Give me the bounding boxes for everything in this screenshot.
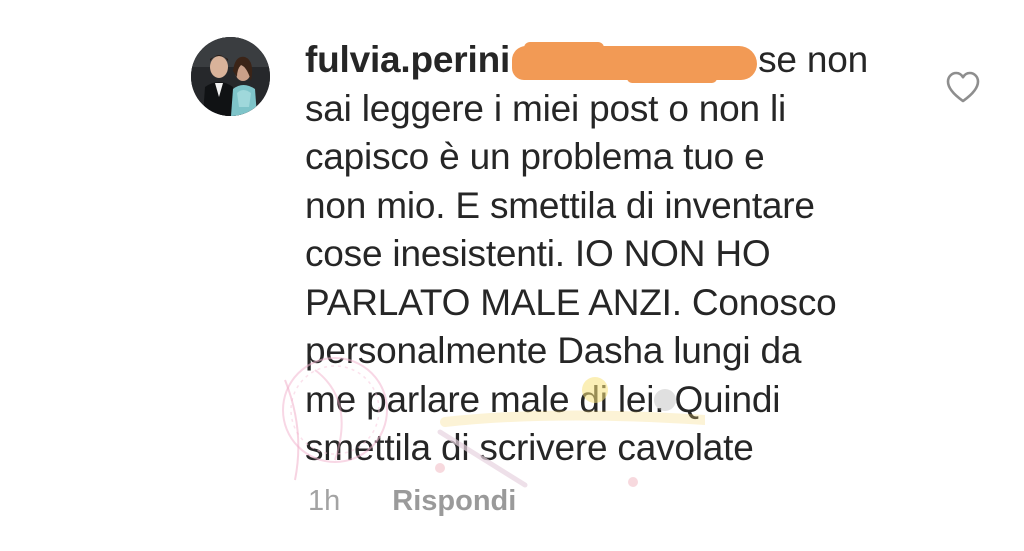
comment-meta: 1h Rispondi [308,483,516,519]
avatar[interactable] [191,37,270,116]
comment: fulvia.perini se non sai leggere i miei p… [0,0,1024,551]
comment-line-1-text: se non [758,39,868,80]
comment-username[interactable]: fulvia.perini [305,39,510,80]
watermark-script-stroke [284,379,300,481]
like-button[interactable] [945,70,981,104]
profile-photo [191,37,270,116]
heart-outline-icon [946,71,980,103]
comment-line-2: sai leggere i miei post o non li [305,87,787,129]
comment-line-6: PARLATO MALE ANZI. Conosco [305,281,837,323]
comment-line-9: smettila di scrivere cavolate [305,427,754,468]
comment-timestamp: 1h [308,485,341,517]
reply-button[interactable]: Rispondi [392,483,516,519]
comment-body: fulvia.perini se non sai leggere i miei p… [305,36,905,473]
comment-line-7: personalmente Dasha lungi da [305,330,802,371]
comment-line-4: non mio. E smettila di inventare [305,184,815,226]
comment-line-8: me parlare male di lei. Quindi [305,378,781,420]
comment-line-1: fulvia.perini se non [305,36,905,85]
comment-line-3: capisco è un problema tuo e [305,136,765,177]
comment-line-5: cose inesistenti. IO NON HO [305,233,771,274]
watermark-paw-2 [628,477,638,487]
redacted-mention [512,42,758,83]
